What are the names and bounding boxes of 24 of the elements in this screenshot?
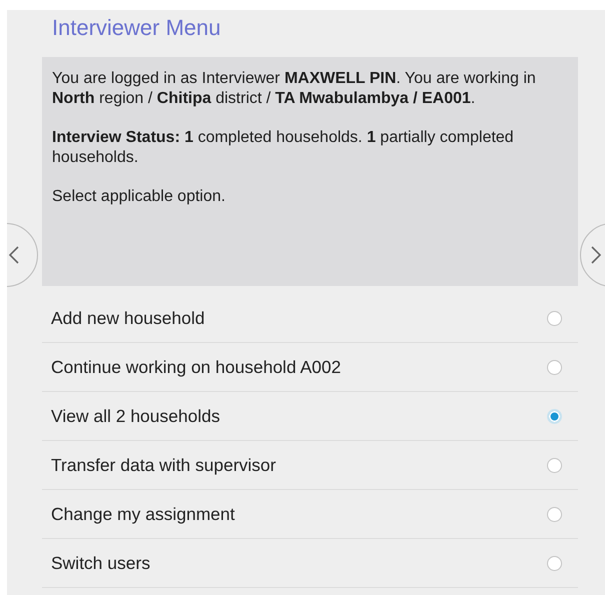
menu-option[interactable]: Transfer data with supervisor [42, 441, 578, 490]
info-text: Select applicable option. [52, 187, 226, 207]
option-label: Change my assignment [51, 504, 235, 524]
radio-button[interactable] [547, 458, 562, 472]
chevron-left-icon [9, 246, 19, 264]
menu-option[interactable]: Switch users [42, 539, 578, 588]
menu-option[interactable]: Add new household [42, 294, 578, 343]
option-label: Add new household [51, 308, 205, 328]
menu-title: Interviewer Menu [51, 14, 222, 42]
option-label: Switch users [51, 552, 150, 574]
menu-option[interactable]: Change my assignment [42, 490, 578, 539]
chevron-right-icon [591, 246, 601, 264]
radio-button[interactable] [547, 408, 562, 424]
radio-button[interactable] [547, 556, 562, 570]
radio-button[interactable] [547, 506, 562, 522]
radio-button[interactable] [547, 310, 562, 326]
option-label: Transfer data with supervisor [51, 454, 276, 476]
option-label: Continue working on household A002 [51, 356, 341, 378]
info-text: Interview Status: 1 completed households. 1 partially completed households. [52, 128, 515, 168]
info-text: You are logged in as Interviewer MAXWELL PIN. You are working in North region / Chitipa district / TA Mwabulambya / EA001. [52, 69, 537, 109]
option-label: View all 2 households [51, 406, 220, 426]
menu-option[interactable]: View all 2 households [42, 392, 578, 441]
radio-button[interactable] [547, 360, 562, 374]
menu-option[interactable]: Continue working on household A002 [42, 343, 578, 392]
